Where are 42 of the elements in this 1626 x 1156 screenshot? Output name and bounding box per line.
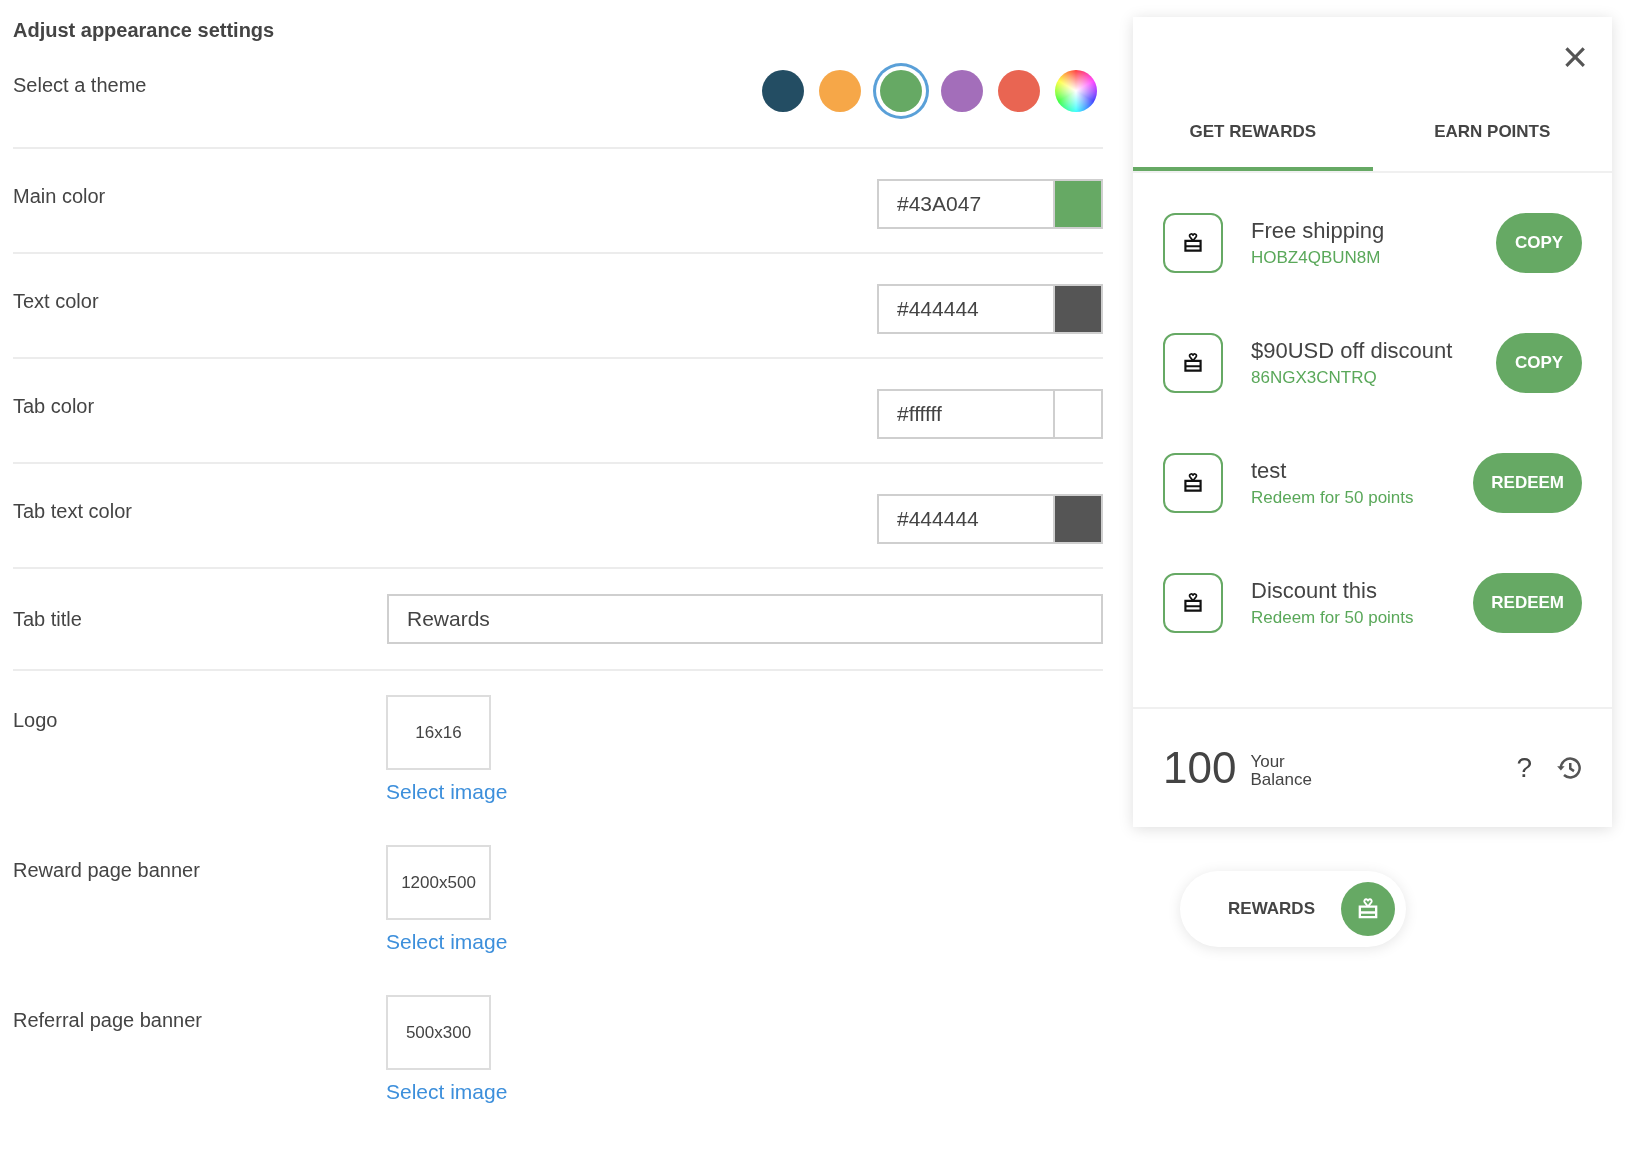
tab-title-field[interactable]: Rewards [387, 594, 1103, 644]
field-label: Referral page banner [13, 1009, 203, 1033]
field-label: Main color [13, 185, 106, 208]
reward-title: Free shipping [1251, 218, 1386, 244]
image-upload-field[interactable]: 1200x500 [386, 845, 491, 920]
reward-detail: Redeem for 50 points [1251, 488, 1415, 508]
rewards-launcher-button[interactable]: REWARDS [1180, 871, 1406, 947]
color-swatch[interactable] [1053, 389, 1103, 439]
field-label: Text color [13, 290, 99, 313]
theme-swatch[interactable] [998, 70, 1040, 112]
field-label: Tab color [13, 395, 95, 418]
balance-value: 100 [1163, 743, 1237, 793]
reward-detail: HOBZ4QBUN8M [1251, 248, 1382, 268]
image-upload-field[interactable]: 500x300 [386, 995, 491, 1070]
reward-title: Discount this [1251, 578, 1378, 604]
field-label: Tab title [13, 607, 82, 631]
reward-title: $90USD off discount [1251, 338, 1454, 364]
help-button[interactable]: ? [1508, 752, 1540, 784]
reward-detail: Redeem for 50 points [1251, 608, 1415, 628]
custom-color-wheel[interactable] [1055, 70, 1097, 112]
hex-color-field[interactable]: #444444 [877, 284, 1053, 334]
reward-title: test [1251, 458, 1288, 484]
hex-color-field[interactable]: #43A047 [877, 179, 1053, 229]
color-swatch[interactable] [1053, 284, 1103, 334]
settings-heading: Adjust appearance settings [13, 19, 276, 42]
color-swatch[interactable] [1053, 494, 1103, 544]
field-label: Logo [13, 709, 59, 733]
theme-swatch[interactable] [941, 70, 983, 112]
tab[interactable]: EARN POINTS [1372, 97, 1612, 171]
field-label: Reward page banner [13, 859, 201, 883]
hex-color-field[interactable]: #ffffff [877, 389, 1053, 439]
close-button[interactable]: × [1538, 35, 1612, 79]
field-label: Tab text color [13, 500, 132, 523]
hex-color-field[interactable]: #444444 [877, 494, 1053, 544]
color-swatch[interactable] [1053, 179, 1103, 229]
theme-swatch[interactable] [762, 70, 804, 112]
tab[interactable]: GET REWARDS [1133, 97, 1373, 171]
balance-label: Your Balance [1250, 753, 1313, 789]
field-label: Select a theme [13, 74, 147, 97]
reward-detail: 86NGX3CNTRQ [1251, 368, 1378, 388]
image-upload-field[interactable]: 16x16 [386, 695, 491, 770]
theme-swatch[interactable] [819, 70, 861, 112]
